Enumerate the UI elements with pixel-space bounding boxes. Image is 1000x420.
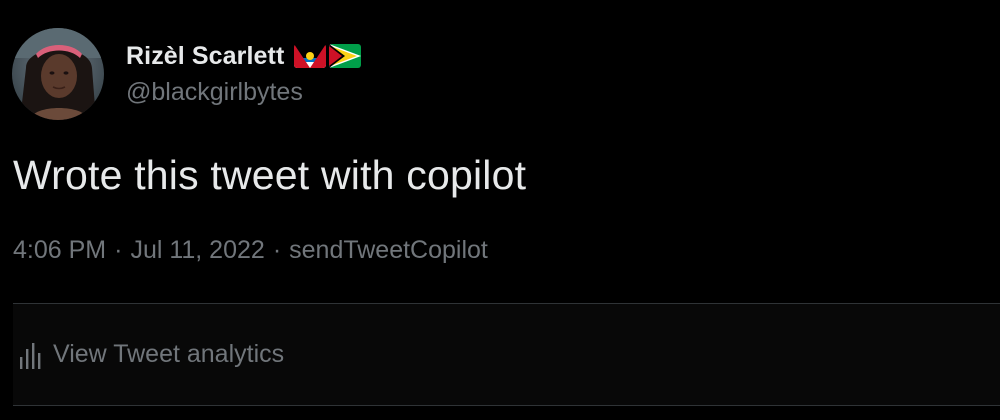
- tweet-date[interactable]: Jul 11, 2022: [130, 236, 264, 265]
- tweet-time[interactable]: 4:06 PM: [13, 236, 106, 265]
- guyana-flag-icon: [329, 44, 362, 68]
- author-display-name[interactable]: Rizèl Scarlett: [126, 42, 284, 71]
- avatar-image: [12, 28, 104, 120]
- view-analytics-label: View Tweet analytics: [53, 340, 285, 368]
- divider: [13, 405, 1000, 406]
- bar-chart-icon: [19, 340, 41, 370]
- author-name-row: Rizèl Scarlett: [126, 38, 362, 74]
- tweet-metadata: 4:06 PM · Jul 11, 2022 · sendTweetCopilo…: [13, 236, 488, 265]
- meta-separator: ·: [114, 236, 123, 264]
- tweet-source[interactable]: sendTweetCopilot: [289, 236, 488, 265]
- tweet-card: Rizèl Scarlett @blackgirlbytes Wrote thi…: [0, 0, 1000, 420]
- avatar[interactable]: [12, 28, 104, 120]
- view-analytics-button[interactable]: View Tweet analytics: [13, 304, 1000, 405]
- meta-separator: ·: [272, 236, 282, 264]
- author-handle[interactable]: @blackgirlbytes: [126, 78, 303, 107]
- antigua-and-barbuda-flag-icon: [294, 44, 327, 68]
- tweet-text: Wrote this tweet with copilot: [13, 152, 527, 198]
- author-flags: [294, 44, 362, 68]
